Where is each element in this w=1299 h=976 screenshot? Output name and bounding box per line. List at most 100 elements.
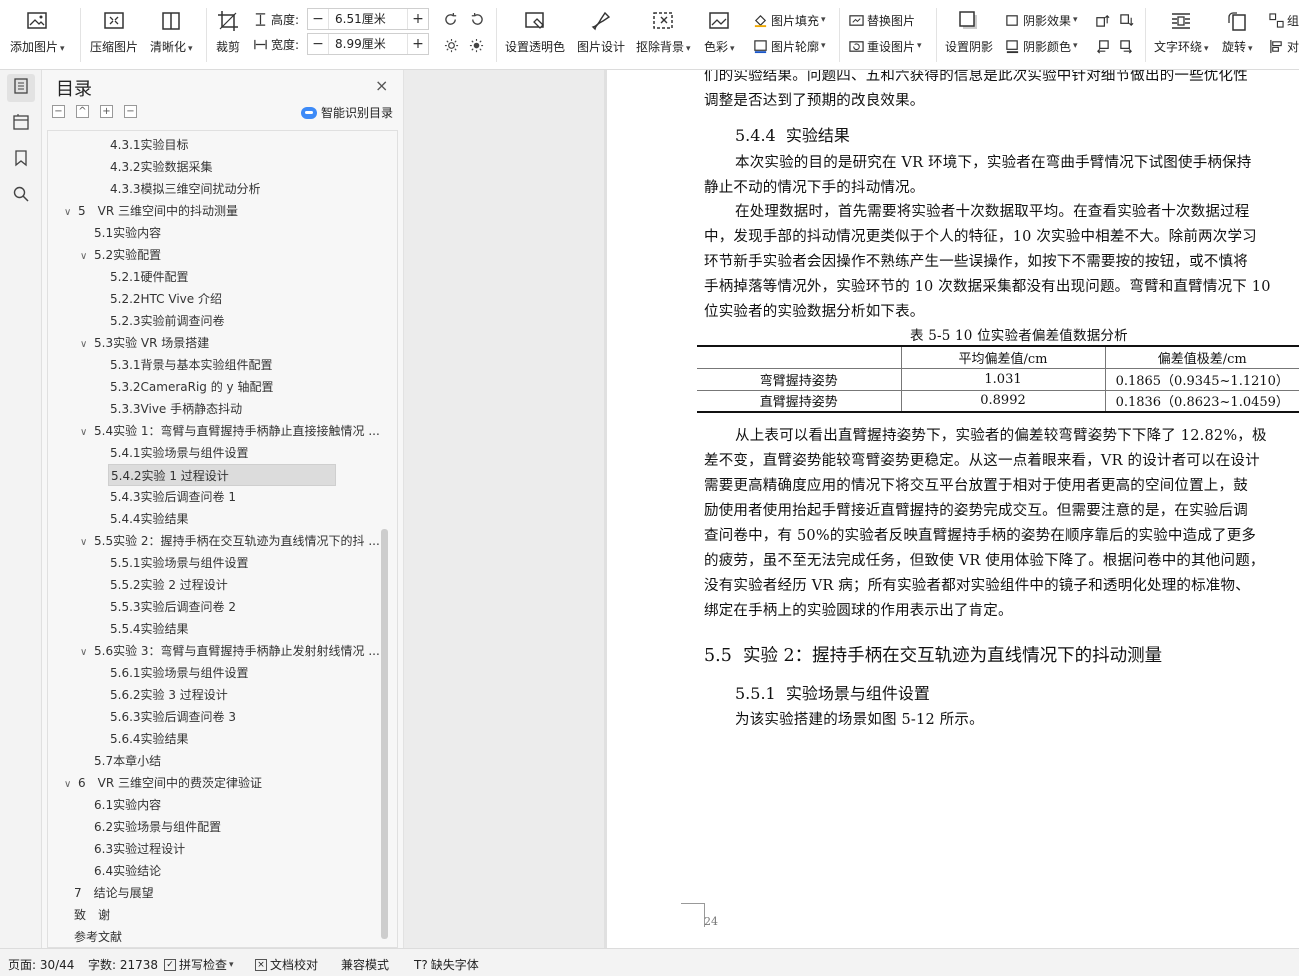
image-outline-button[interactable]: 图片轮廓 ▾ <box>752 36 826 56</box>
group-button[interactable]: 组 <box>1268 10 1299 30</box>
text-wrap-button[interactable]: 文字环绕 ▾ <box>1154 0 1209 55</box>
toc-item[interactable]: 5.6.1实验场景与组件设置 <box>110 662 249 684</box>
toc-item[interactable]: 5.6.2实验 3 过程设计 <box>110 684 228 706</box>
toc-item[interactable]: 5.4.1实验场景与组件设置 <box>110 442 249 464</box>
toc-item[interactable]: 6.1实验内容 <box>94 794 161 816</box>
missing-font-button[interactable]: T? 缺失字体 <box>414 956 479 973</box>
align-button[interactable]: 对 <box>1268 36 1299 56</box>
chevron-down-icon[interactable]: ∨ <box>64 774 78 796</box>
toc-item[interactable]: 6.2实验场景与组件配置 <box>94 816 221 838</box>
compress-image-button[interactable]: 压缩图片 <box>90 0 138 55</box>
toc-item[interactable]: 5.2.2HTC Vive 介绍 <box>110 288 222 310</box>
add-image-button[interactable]: 添加图片 ▾ <box>10 0 65 55</box>
height-increase-button[interactable]: + <box>408 9 428 29</box>
toc-item[interactable]: 致 谢 <box>74 904 110 926</box>
toc-item[interactable]: 5.4.4实验结果 <box>110 508 189 530</box>
toc-scrollbar[interactable] <box>381 529 388 939</box>
chevron-down-icon[interactable]: ∨ <box>80 532 94 554</box>
word-count[interactable]: 字数: 21738 <box>88 956 158 973</box>
chevron-down-icon[interactable]: ∨ <box>64 202 78 224</box>
rotate-right-button[interactable] <box>468 9 487 29</box>
document-page[interactable]: 们的实验结果。问题四、五和六获得的信息是此次实验中针对细节做出的一些优化性 调整… <box>607 70 1299 948</box>
image-design-button[interactable]: 图片设计 <box>577 0 625 55</box>
toc-item[interactable]: 5.2.1硬件配置 <box>110 266 189 288</box>
crop-button[interactable]: 裁剪 <box>215 0 241 55</box>
toc-item[interactable]: 5.3.2CameraRig 的 y 轴配置 <box>110 376 273 398</box>
toc-item[interactable]: 6.3实验过程设计 <box>94 838 185 860</box>
contrast-button[interactable] <box>468 35 487 55</box>
height-decrease-button[interactable]: − <box>308 9 328 29</box>
search-button[interactable] <box>7 182 35 210</box>
toc-item[interactable]: 4.3.1实验目标 <box>110 134 189 156</box>
shadow-right-button[interactable] <box>1118 36 1137 56</box>
brightness-button[interactable] <box>443 35 462 55</box>
toc-item[interactable]: 4.3.2实验数据采集 <box>110 156 213 178</box>
toc-item[interactable]: ∨ 5.4实验 1：弯臂与直臂握持手柄静止直接接触情况 ... <box>80 420 380 442</box>
remove-heading-button[interactable]: − <box>124 105 137 118</box>
toc-item[interactable]: 5.3.3Vive 手柄静态抖动 <box>110 398 242 420</box>
shadow-left-button[interactable] <box>1094 36 1113 56</box>
toc-item[interactable]: 5.6.4实验结果 <box>110 728 189 750</box>
width-input[interactable]: 8.99厘米 <box>328 34 408 54</box>
shadow-effect-button[interactable]: 阴影效果 ▾ <box>1004 10 1078 30</box>
width-spinner[interactable]: − 8.99厘米 + <box>307 33 429 55</box>
toc-item[interactable]: 5.5.1实验场景与组件设置 <box>110 552 249 574</box>
chevron-down-icon[interactable]: ∨ <box>80 642 94 664</box>
spellcheck-toggle[interactable]: ✓ 拼写检查 ▾ <box>164 956 234 973</box>
toc-item[interactable]: ∨ 5.6实验 3：弯臂与直臂握持手柄静止发射射线情况 ... <box>80 640 380 662</box>
bookmark-button[interactable] <box>7 146 35 174</box>
proofread-button[interactable]: × 文档校对 <box>255 956 318 973</box>
height-spinner[interactable]: − 6.51厘米 + <box>307 8 429 30</box>
toc-item-label: 5.2.2HTC Vive 介绍 <box>110 292 222 306</box>
body-text-line: 差不变，直臂姿势能较弯臂姿势更稳定。从这一点着眼来看，VR 的设计者可以在设计 <box>704 453 1260 469</box>
chevron-down-icon[interactable]: ∨ <box>80 334 94 356</box>
rotate-button[interactable]: 旋转 ▾ <box>1222 0 1253 55</box>
toc-item[interactable]: 5.5.4实验结果 <box>110 618 189 640</box>
width-increase-button[interactable]: + <box>408 34 428 54</box>
toc-item[interactable]: 参考文献 <box>74 926 122 947</box>
chapter-nav-button[interactable] <box>7 110 35 138</box>
remove-background-button[interactable]: 抠除背景 ▾ <box>636 0 691 55</box>
collapse-all-button[interactable]: − <box>52 105 65 118</box>
set-transparent-button[interactable]: 设置透明色 <box>505 0 565 55</box>
toc-item-label: 5.4.1实验场景与组件设置 <box>110 446 249 460</box>
sharpen-button[interactable]: 清晰化 ▾ <box>150 0 193 55</box>
shadow-up-button[interactable] <box>1094 10 1113 30</box>
shadow-color-button[interactable]: 阴影颜色 ▾ <box>1004 36 1078 56</box>
toc-item[interactable]: 5.4.3实验后调查问卷 1 <box>110 486 236 508</box>
toc-item[interactable]: 5.5.3实验后调查问卷 2 <box>110 596 236 618</box>
chevron-down-icon[interactable]: ∨ <box>80 422 94 444</box>
image-design-icon <box>588 8 614 34</box>
page-indicator[interactable]: 页面: 30/44 <box>8 956 74 973</box>
shadow-down-button[interactable] <box>1118 10 1137 30</box>
replace-image-button[interactable]: 替换图片 <box>848 10 915 30</box>
color-button[interactable]: 色彩 ▾ <box>704 0 735 55</box>
toc-item[interactable]: ∨ 6 VR 三维空间中的费茨定律验证 <box>64 772 262 794</box>
toc-item[interactable]: 4.3.3模拟三维空间扰动分析 <box>110 178 261 200</box>
toc-item[interactable]: 5.6.3实验后调查问卷 3 <box>110 706 236 728</box>
toc-item[interactable]: 6.4实验结论 <box>94 860 161 882</box>
toc-item[interactable]: 5.5.2实验 2 过程设计 <box>110 574 228 596</box>
chevron-down-icon[interactable]: ∨ <box>80 246 94 268</box>
toc-item[interactable]: 5.3.1背景与基本实验组件配置 <box>110 354 273 376</box>
toc-panel-button[interactable] <box>7 74 35 102</box>
reset-image-button[interactable]: 重设图片 ▾ <box>848 36 922 56</box>
height-input[interactable]: 6.51厘米 <box>328 9 408 29</box>
image-fill-button[interactable]: 图片填充 ▾ <box>752 10 826 30</box>
toc-item[interactable]: ∨ 5.2实验配置 <box>80 244 161 266</box>
toc-item[interactable]: 5.1实验内容 <box>94 222 161 244</box>
add-heading-button[interactable]: + <box>100 105 113 118</box>
expand-level-up-button[interactable]: ^ <box>76 105 89 118</box>
toc-item[interactable]: 7 结论与展望 <box>74 882 154 904</box>
toc-item[interactable]: 5.7本章小结 <box>94 750 161 772</box>
set-shadow-button[interactable]: 设置阴影 <box>945 0 993 55</box>
toc-item[interactable]: ∨ 5 VR 三维空间中的抖动测量 <box>64 200 238 222</box>
toc-item[interactable]: ∨ 5.3实验 VR 场景搭建 <box>80 332 209 354</box>
smart-toc-button[interactable]: 智能识别目录 <box>301 104 393 121</box>
close-icon[interactable]: × <box>375 76 388 95</box>
toc-item[interactable]: 5.2.3实验前调查问卷 <box>110 310 225 332</box>
rotate-left-button[interactable] <box>443 9 462 29</box>
width-decrease-button[interactable]: − <box>308 34 328 54</box>
toc-item[interactable]: 5.4.2实验 1 过程设计 <box>108 464 336 486</box>
toc-item[interactable]: ∨ 5.5实验 2：握持手柄在交互轨迹为直线情况下的抖 ... <box>80 530 380 552</box>
